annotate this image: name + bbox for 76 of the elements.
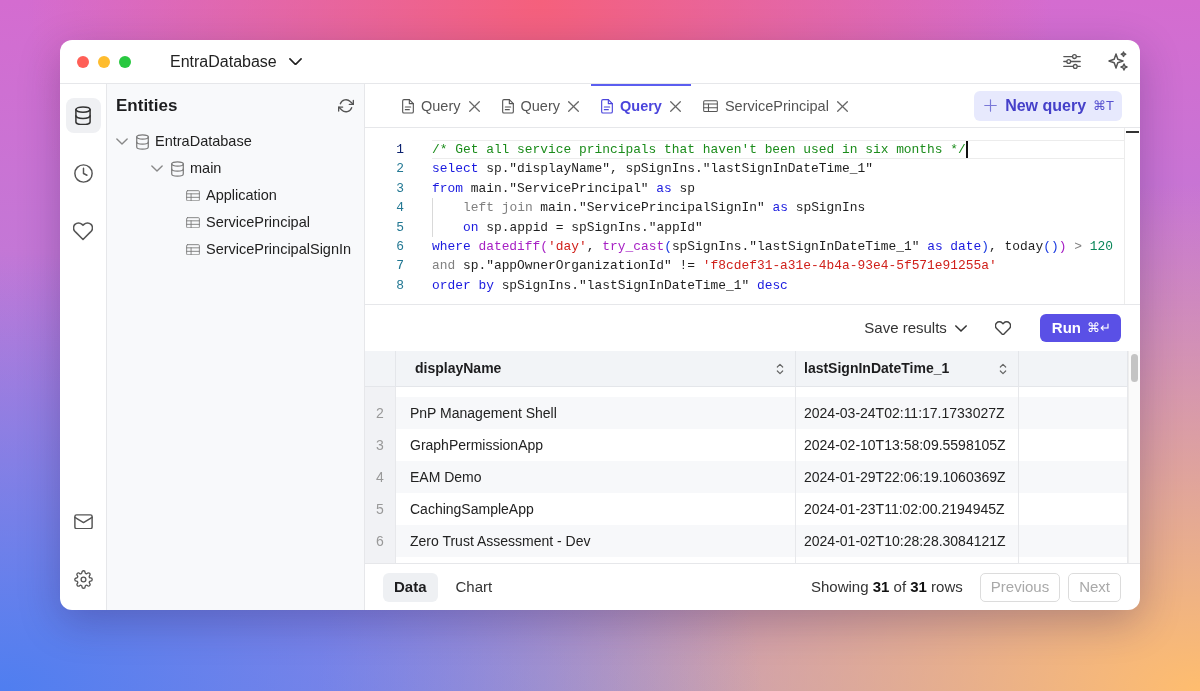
line-number: 4: [395, 199, 404, 218]
tree-item[interactable]: ServicePrincipal: [107, 209, 364, 236]
line-number: 8: [395, 276, 404, 295]
text-cursor: [965, 141, 968, 159]
document-icon: [402, 99, 414, 114]
editor-tab[interactable]: Query: [491, 84, 589, 127]
document-icon: [501, 99, 514, 114]
close-icon[interactable]: [468, 101, 480, 112]
code-line: from main."ServicePrincipal" as sp: [432, 179, 696, 198]
line-number: 3: [395, 179, 404, 198]
database-selector[interactable]: EntraDatabase: [170, 49, 302, 74]
tree-item[interactable]: Application: [107, 182, 364, 209]
run-button[interactable]: Run ⌘↵: [1039, 314, 1121, 342]
plus-icon: [984, 99, 998, 112]
line-number: 6: [395, 238, 404, 257]
code-line: on sp.appid = spSignIns."appId": [463, 218, 703, 237]
line-number: 5: [395, 218, 404, 237]
column-header[interactable]: displayName: [396, 351, 796, 386]
editor-tab[interactable]: Query: [392, 84, 490, 127]
sort-icon: [999, 362, 1007, 375]
clock-icon: [73, 164, 93, 183]
tree-item[interactable]: EntraDatabase: [107, 128, 364, 155]
close-window-button[interactable]: [77, 55, 89, 68]
refresh-icon[interactable]: [338, 99, 354, 113]
code-line: where datediff('day', try_cast(spSignIns."lastSignInDateTime_1" as date), today()) > 120: [432, 238, 1113, 257]
code-line: order by spSignIns."lastSignInDateTime_1" desc: [432, 276, 788, 295]
tree-item[interactable]: main: [107, 155, 364, 182]
code-line: and sp."appOwnerOrganizationId" != 'f8cdef31-a31e-4b4a-93e4-5f571e91255a': [432, 257, 997, 276]
editor-tab[interactable]: Query: [591, 84, 691, 127]
table-icon: [186, 216, 200, 229]
column-header[interactable]: lastSignInDateTime_1: [796, 351, 1019, 386]
table-icon: [186, 189, 200, 202]
line-number: 1: [395, 141, 404, 159]
row-number: 5: [365, 493, 396, 525]
scrollbar-thumb[interactable]: [1131, 354, 1138, 382]
chevron-down-icon: [288, 57, 302, 66]
sort-icon: [776, 362, 784, 375]
cursor-position-mark: [1126, 131, 1139, 133]
line-number: 2: [395, 160, 404, 179]
sidebar-nav-button[interactable]: [65, 98, 101, 133]
save-results-button[interactable]: Save results: [864, 316, 967, 340]
table-icon: [186, 243, 200, 256]
close-icon[interactable]: [669, 101, 681, 112]
line-number: 7: [395, 257, 404, 276]
table-cell: Zero Trust Assessment - Dev: [396, 525, 796, 557]
view-tab[interactable]: Chart: [444, 572, 504, 602]
database-icon: [75, 105, 91, 126]
sparkles-icon[interactable]: [1108, 51, 1128, 72]
sliders-icon[interactable]: [1063, 54, 1081, 69]
chevron-down-icon[interactable]: [116, 138, 128, 145]
chevron-down-icon: [954, 324, 967, 332]
database-icon: [136, 133, 149, 150]
row-number: 2: [365, 397, 396, 429]
settings-icon: [73, 570, 93, 589]
row-number: 3: [365, 429, 396, 461]
close-icon[interactable]: [836, 101, 848, 112]
heart-icon[interactable]: [994, 320, 1011, 336]
row-number: 4: [365, 461, 396, 493]
table-icon: [702, 100, 718, 113]
view-tab[interactable]: Data: [383, 572, 438, 602]
row-count-text: Showing 31 of 31 rows: [811, 576, 963, 597]
row-number: 6: [365, 525, 396, 557]
close-icon[interactable]: [568, 101, 579, 112]
database-icon: [171, 160, 184, 177]
editor-tab[interactable]: ServicePrincipal: [692, 84, 858, 127]
chevron-down-icon[interactable]: [151, 165, 163, 172]
tree-item[interactable]: ServicePrincipalSignIn: [107, 236, 364, 263]
code-line: /* Get all service principals that haven't been used in six months */: [432, 141, 966, 159]
new-query-button[interactable]: New query ⌘T: [974, 90, 1122, 121]
heart-icon: [73, 222, 93, 241]
table-cell: 2024-01-02T10:28:28.3084121Z: [796, 525, 1019, 557]
code-line: left join main."ServicePrincipalSignIn" as spSignIns: [463, 199, 866, 218]
document-icon: [601, 99, 613, 114]
mail-icon: [73, 513, 93, 530]
sidebar-title: Entities: [116, 95, 178, 118]
code-line: select sp."displayName", spSignIns."lastSignInDateTime_1": [432, 160, 873, 179]
